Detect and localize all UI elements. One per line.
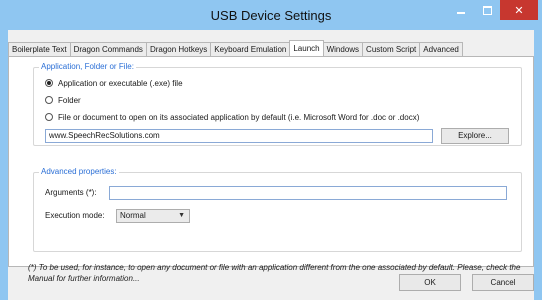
settings-window: USB Device Settings ✕ Boilerplate Text D… — [0, 0, 542, 300]
close-button[interactable]: ✕ — [500, 0, 538, 20]
radio-button[interactable] — [45, 96, 53, 104]
minimize-button[interactable] — [448, 0, 474, 20]
tab-advanced[interactable]: Advanced — [419, 42, 463, 56]
radio-selected-dot — [47, 81, 51, 85]
tab-windows[interactable]: Windows — [322, 42, 364, 56]
maximize-button[interactable] — [474, 0, 500, 20]
tab-boilerplate-text[interactable]: Boilerplate Text — [8, 42, 71, 56]
option-application-label: Application or executable (.exe) file — [58, 78, 183, 88]
execution-mode-select[interactable]: Normal ▼ — [116, 209, 190, 223]
launch-group-title: Application, Folder or File: — [39, 62, 136, 72]
maximize-icon — [482, 5, 492, 15]
execution-mode-label: Execution mode: — [45, 211, 105, 220]
arguments-input[interactable] — [109, 186, 507, 200]
advanced-properties-group: Advanced properties: Arguments (*): Exec… — [33, 167, 522, 252]
option-file-label: File or document to open on its associat… — [58, 112, 420, 122]
cancel-button[interactable]: Cancel — [472, 274, 534, 291]
advanced-group-title: Advanced properties: — [39, 167, 119, 177]
tab-dragon-commands[interactable]: Dragon Commands — [69, 42, 147, 56]
radio-button[interactable] — [45, 113, 53, 121]
close-icon: ✕ — [514, 4, 524, 17]
tab-launch[interactable]: Launch — [289, 40, 324, 56]
execution-mode-value: Normal — [120, 211, 146, 220]
launch-panel: Application, Folder or File: Application… — [8, 56, 534, 267]
option-file[interactable]: File or document to open on its associat… — [45, 111, 419, 123]
tab-custom-script[interactable]: Custom Script — [362, 42, 421, 56]
option-folder[interactable]: Folder — [45, 94, 81, 106]
option-application[interactable]: Application or executable (.exe) file — [45, 77, 183, 89]
explore-button[interactable]: Explore... — [441, 128, 509, 144]
minimize-icon — [457, 12, 465, 14]
tab-dragon-hotkeys[interactable]: Dragon Hotkeys — [145, 42, 212, 56]
client-area: Boilerplate Text Dragon Commands Dragon … — [8, 30, 534, 300]
tab-keyboard-emulation[interactable]: Keyboard Emulation — [210, 42, 291, 56]
title-bar[interactable]: USB Device Settings ✕ — [0, 0, 542, 30]
tab-strip: Boilerplate Text Dragon Commands Dragon … — [8, 40, 463, 56]
chevron-down-icon: ▼ — [178, 212, 185, 219]
radio-button[interactable] — [45, 79, 53, 87]
option-folder-label: Folder — [58, 95, 81, 105]
path-input[interactable]: www.SpeechRecSolutions.com — [45, 129, 433, 143]
ok-button[interactable]: OK — [399, 274, 461, 291]
arguments-label: Arguments (*): — [45, 188, 97, 197]
launch-target-group: Application, Folder or File: Application… — [33, 62, 522, 146]
